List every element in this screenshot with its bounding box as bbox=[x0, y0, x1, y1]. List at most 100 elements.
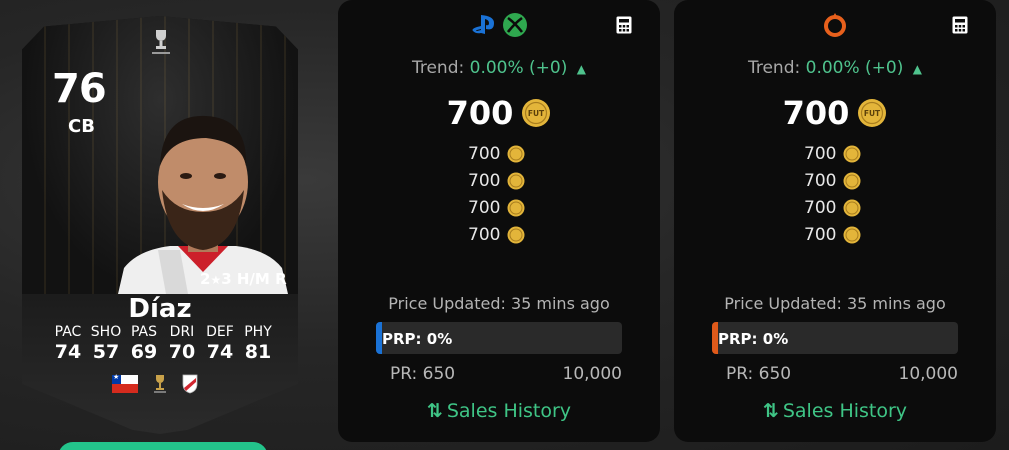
sales-history-label: Sales History bbox=[446, 400, 572, 422]
fut-coin-icon bbox=[843, 145, 861, 162]
price-row: 700 bbox=[804, 221, 861, 248]
price-trend: Trend: 0.00% (+0) ▲ bbox=[674, 58, 996, 78]
player-badges bbox=[112, 373, 198, 394]
stat-value: 57 bbox=[92, 341, 120, 363]
stat-def: DEF 74 bbox=[202, 324, 238, 363]
price-updated-text: Price Updated: 35 mins ago bbox=[724, 294, 946, 313]
price-value: 700 bbox=[468, 224, 501, 245]
price-row: 700 bbox=[468, 167, 525, 194]
stat-label: DRI bbox=[169, 324, 195, 340]
origin-icon bbox=[824, 13, 846, 37]
stat-label: SHO bbox=[90, 324, 122, 340]
platform-icons bbox=[674, 12, 996, 38]
price-range-min: PR: 650 bbox=[726, 364, 792, 384]
libertadores-trophy-icon bbox=[152, 30, 170, 54]
stat-pac: PAC 74 bbox=[50, 324, 86, 363]
main-price-value: 700 bbox=[446, 94, 514, 132]
price-value: 700 bbox=[468, 197, 501, 218]
trend-value: 0.00% (+0) bbox=[469, 58, 568, 78]
stat-label: PAS bbox=[130, 324, 157, 340]
prp-label: PRP: 0% bbox=[718, 330, 789, 348]
sales-history-link[interactable]: ⇅ Sales History bbox=[338, 400, 660, 422]
price-trend: Trend: 0.00% (+0) ▲ bbox=[338, 58, 660, 78]
stat-label: DEF bbox=[206, 324, 234, 340]
price-row: 700 bbox=[804, 140, 861, 167]
price-row: 700 bbox=[468, 140, 525, 167]
console-price-panel: Trend: 0.00% (+0) ▲ 700 FUT 700 700 700 … bbox=[338, 0, 660, 442]
price-value: 700 bbox=[804, 224, 837, 245]
work-rate: H/M bbox=[236, 270, 270, 288]
prp-progress-bar: PRP: 0% bbox=[376, 322, 622, 354]
player-portrait bbox=[118, 115, 288, 294]
price-value: 700 bbox=[468, 143, 501, 164]
sort-arrows-icon: ⇅ bbox=[762, 400, 779, 422]
sort-arrows-icon: ⇅ bbox=[426, 400, 443, 422]
price-range-min: PR: 650 bbox=[390, 364, 456, 384]
star-icon: ★ bbox=[210, 273, 222, 287]
player-rating: 76 bbox=[52, 66, 107, 112]
lowest-prices-list: 700 700 700 700 bbox=[804, 140, 861, 248]
sales-history-link[interactable]: ⇅ Sales History bbox=[674, 400, 996, 422]
player-name: Díaz bbox=[128, 294, 192, 324]
price-row: 700 bbox=[804, 194, 861, 221]
platform-icons bbox=[338, 12, 660, 38]
trend-label: Trend: bbox=[411, 58, 465, 78]
player-attributes: 2★3 H/M R bbox=[200, 270, 287, 288]
stat-label: PAC bbox=[54, 324, 82, 340]
skill-moves: 2 bbox=[200, 270, 211, 288]
league-trophy-icon bbox=[154, 375, 166, 393]
player-card[interactable]: 76 CB 2★3 H/M R Díaz PAC 74 SHO 57 PAS 6… bbox=[22, 16, 298, 434]
svg-text:FUT: FUT bbox=[864, 109, 881, 118]
sales-history-label: Sales History bbox=[782, 400, 908, 422]
trend-up-icon: ▲ bbox=[576, 62, 587, 76]
fut-coin-icon bbox=[843, 226, 861, 243]
price-updated-text: Price Updated: 35 mins ago bbox=[388, 294, 610, 313]
fut-coin-icon bbox=[843, 172, 861, 189]
price-value: 700 bbox=[468, 170, 501, 191]
price-row: 700 bbox=[468, 221, 525, 248]
fut-coin-icon: FUT bbox=[522, 99, 551, 127]
price-row: 700 bbox=[468, 194, 525, 221]
fut-coin-icon bbox=[507, 172, 525, 189]
fut-coin-icon bbox=[507, 226, 525, 243]
stat-pas: PAS 69 bbox=[126, 324, 162, 363]
svg-text:FUT: FUT bbox=[528, 109, 545, 118]
fut-coin-icon bbox=[843, 199, 861, 216]
green-action-button[interactable] bbox=[58, 442, 268, 450]
price-value: 700 bbox=[804, 143, 837, 164]
price-value: 700 bbox=[804, 170, 837, 191]
preferred-foot: R bbox=[275, 270, 287, 288]
fut-coin-icon: FUT bbox=[858, 99, 887, 127]
fut-coin-icon bbox=[507, 145, 525, 162]
player-stats: PAC 74 SHO 57 PAS 69 DRI 70 DEF 74 PHY 8… bbox=[50, 324, 276, 363]
main-price: 700 FUT bbox=[674, 94, 996, 132]
price-row: 700 bbox=[804, 167, 861, 194]
prp-progress-bar: PRP: 0% bbox=[712, 322, 958, 354]
chile-flag-icon bbox=[112, 373, 138, 393]
trend-value: 0.00% (+0) bbox=[805, 58, 904, 78]
weak-foot: 3 bbox=[221, 270, 232, 288]
price-value: 700 bbox=[804, 197, 837, 218]
stat-value: 74 bbox=[54, 341, 82, 363]
calculator-icon[interactable] bbox=[952, 16, 968, 34]
stat-dri: DRI 70 bbox=[164, 324, 200, 363]
playstation-icon bbox=[472, 15, 494, 34]
stat-sho: SHO 57 bbox=[88, 324, 124, 363]
trend-up-icon: ▲ bbox=[912, 62, 923, 76]
xbox-icon bbox=[503, 13, 527, 37]
stat-value: 69 bbox=[130, 341, 158, 363]
lowest-prices-list: 700 700 700 700 bbox=[468, 140, 525, 248]
price-range-max: 10,000 bbox=[562, 364, 622, 384]
stat-value: 74 bbox=[206, 341, 234, 363]
stat-label: PHY bbox=[244, 324, 272, 340]
pc-price-panel: Trend: 0.00% (+0) ▲ 700 FUT 700 700 700 … bbox=[674, 0, 996, 442]
main-price: 700 FUT bbox=[338, 94, 660, 132]
stat-phy: PHY 81 bbox=[240, 324, 276, 363]
fut-coin-icon bbox=[507, 199, 525, 216]
trend-label: Trend: bbox=[747, 58, 801, 78]
stat-value: 70 bbox=[168, 341, 196, 363]
player-position: CB bbox=[68, 116, 95, 137]
main-price-value: 700 bbox=[782, 94, 850, 132]
calculator-icon[interactable] bbox=[616, 16, 632, 34]
prp-label: PRP: 0% bbox=[382, 330, 453, 348]
